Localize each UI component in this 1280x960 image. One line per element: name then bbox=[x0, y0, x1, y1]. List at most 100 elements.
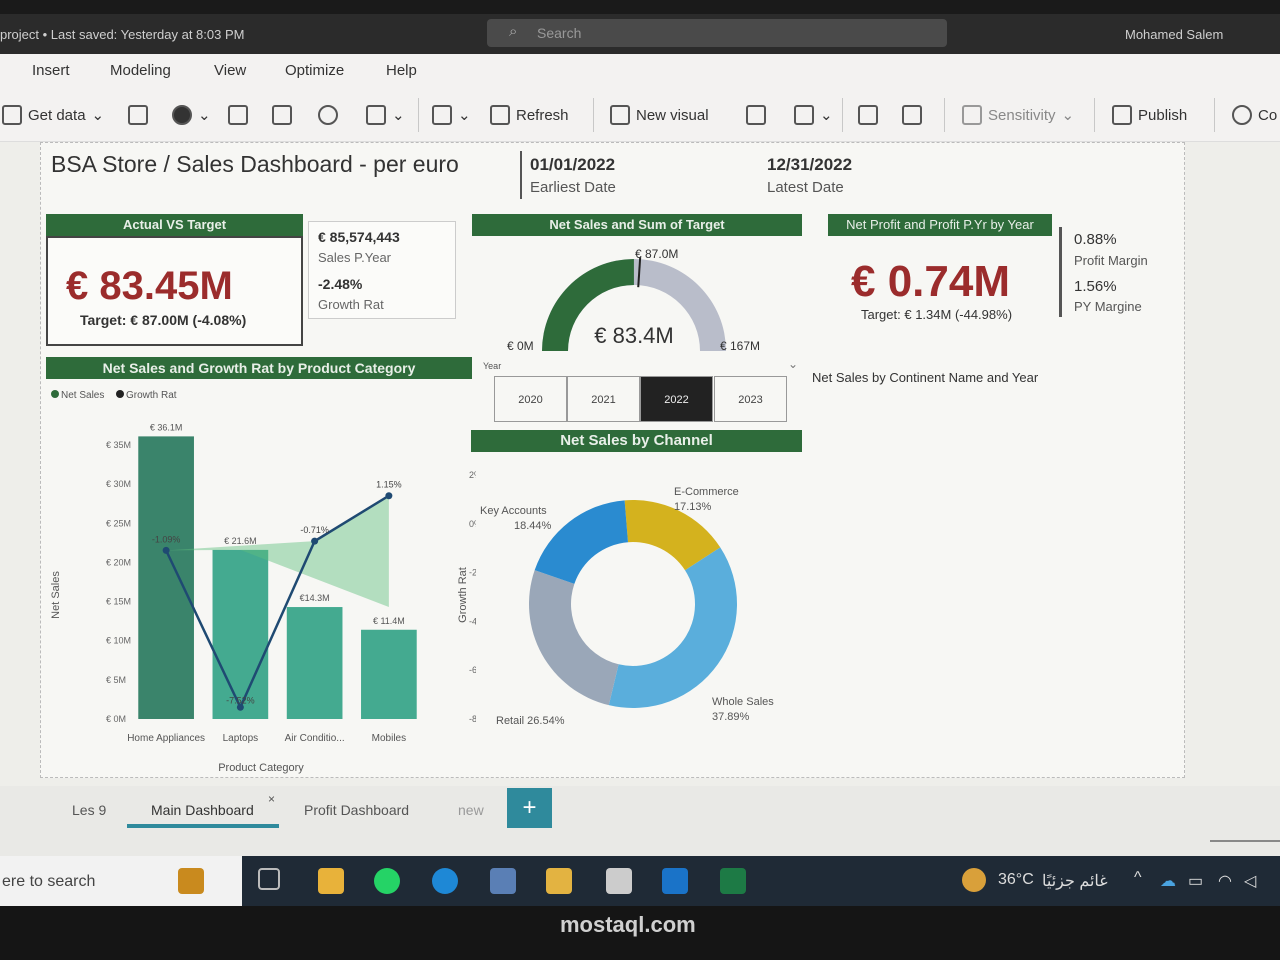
bar-home-appliances[interactable] bbox=[138, 436, 194, 719]
edge-icon[interactable] bbox=[432, 868, 458, 894]
add-page-button[interactable]: + bbox=[507, 788, 552, 828]
growth-point[interactable] bbox=[311, 537, 319, 545]
year-option-2022[interactable]: 2022 bbox=[640, 376, 713, 422]
search-icon: ⌕ bbox=[509, 23, 518, 40]
powerbi-icon[interactable] bbox=[318, 868, 344, 894]
close-icon[interactable]: × bbox=[268, 792, 275, 806]
tab-main-dashboard[interactable]: Main Dashboard bbox=[151, 802, 254, 818]
slice-key-accounts[interactable] bbox=[534, 500, 629, 584]
new-visual-button[interactable]: New visual bbox=[610, 105, 709, 125]
dataverse-icon bbox=[318, 105, 338, 125]
net-sales-by-channel-donut[interactable]: E-Commerce 17.13% Whole Sales 37.89% Ret… bbox=[471, 454, 802, 744]
chevron-up-icon[interactable]: ^ bbox=[1134, 869, 1142, 887]
file-explorer-icon[interactable] bbox=[546, 868, 572, 894]
year-option-2020[interactable]: 2020 bbox=[494, 376, 567, 422]
battery-icon[interactable]: ▭ bbox=[1188, 871, 1203, 891]
quick-measure-icon bbox=[902, 105, 922, 125]
get-data-button[interactable]: Get data ⌄ bbox=[2, 105, 104, 125]
ribbon-separator bbox=[593, 98, 594, 132]
briefcase-icon[interactable] bbox=[178, 868, 204, 894]
net-profit-target: Target: € 1.34M (-44.98%) bbox=[861, 307, 1013, 322]
database-icon bbox=[2, 105, 22, 125]
tab-new[interactable]: new bbox=[458, 802, 484, 818]
bar-air-conditio-[interactable] bbox=[286, 607, 343, 719]
task-view-icon[interactable] bbox=[258, 868, 280, 890]
tab-profit-dashboard[interactable]: Profit Dashboard bbox=[304, 802, 409, 818]
actual-vs-target-card[interactable]: € 83.45M Target: € 87.00M (-4.08%) bbox=[46, 236, 303, 346]
transform-data-button[interactable]: ⌄ bbox=[432, 105, 471, 125]
whatsapp-icon[interactable] bbox=[374, 868, 400, 894]
sales-py-card[interactable]: € 85,574,443 Sales P.Year -2.48% Growth … bbox=[308, 221, 456, 319]
watermark: mostaql.com bbox=[560, 912, 696, 937]
taskbar-search[interactable]: ere to search bbox=[0, 856, 242, 906]
page-tabs: Les 9 Main Dashboard × Profit Dashboard … bbox=[0, 786, 1280, 856]
excel-button[interactable] bbox=[128, 105, 148, 125]
label-keyaccounts-name: Key Accounts bbox=[480, 505, 547, 517]
tab-les-9[interactable]: Les 9 bbox=[72, 802, 106, 818]
earliest-date-value: 01/01/2022 bbox=[530, 155, 616, 174]
new-measure-button[interactable] bbox=[858, 105, 878, 125]
cloud-icon[interactable]: ☁ bbox=[1160, 871, 1176, 891]
py-margin-value: 1.56% bbox=[1074, 278, 1117, 295]
profit-divider bbox=[1059, 227, 1062, 317]
sales-py-value: € 85,574,443 bbox=[318, 229, 400, 245]
dataverse-button[interactable] bbox=[318, 105, 338, 125]
chevron-down-icon: ⌄ bbox=[91, 107, 105, 124]
get-data-label: Get data bbox=[28, 106, 86, 124]
user-name[interactable]: Mohamed Salem bbox=[1125, 27, 1223, 42]
legend-growth-swatch bbox=[116, 390, 124, 398]
copilot-button[interactable]: Co bbox=[1232, 105, 1277, 125]
active-tab-indicator bbox=[127, 824, 279, 828]
year-option-2021[interactable]: 2021 bbox=[567, 376, 640, 422]
store-icon[interactable] bbox=[606, 868, 632, 894]
menu-optimize[interactable]: Optimize bbox=[285, 62, 344, 79]
recent-sources-button[interactable]: ⌄ bbox=[366, 105, 405, 125]
menu-insert[interactable]: Insert bbox=[32, 62, 70, 79]
slice-retail[interactable] bbox=[529, 570, 619, 706]
publish-button[interactable]: Publish bbox=[1112, 105, 1187, 125]
growth-data-label: -1.09% bbox=[152, 534, 181, 544]
calculator-icon[interactable] bbox=[490, 868, 516, 894]
sensitivity-label: Sensitivity bbox=[988, 106, 1056, 124]
year-option-2023[interactable]: 2023 bbox=[714, 376, 787, 422]
text-box-button[interactable] bbox=[746, 105, 766, 125]
growth-point[interactable] bbox=[385, 492, 393, 500]
growth-data-label: -0.71% bbox=[300, 525, 329, 535]
gauge-header: Net Sales and Sum of Target bbox=[472, 214, 802, 236]
growth-point[interactable] bbox=[162, 546, 170, 554]
calculator-icon bbox=[858, 105, 878, 125]
excel-icon[interactable] bbox=[720, 868, 746, 894]
more-visuals-button[interactable]: ⌄ bbox=[794, 105, 833, 125]
menu-help[interactable]: Help bbox=[386, 62, 417, 79]
bar-laptops[interactable] bbox=[212, 549, 269, 719]
zoom-slider[interactable] bbox=[1210, 840, 1280, 842]
y-tick-label: € 5M bbox=[106, 675, 126, 685]
label-wholesales-pct: 37.89% bbox=[712, 711, 750, 723]
net-profit-value: € 0.74M bbox=[851, 257, 1010, 306]
sql-button[interactable] bbox=[228, 105, 248, 125]
menu-view[interactable]: View bbox=[214, 62, 246, 79]
slice-whole-sales[interactable] bbox=[608, 547, 737, 708]
gauge-target-label: € 87.0M bbox=[635, 247, 678, 261]
net-sales-gauge[interactable]: € 83.4M € 0M € 167M € 87.0M bbox=[481, 239, 801, 357]
search-placeholder: Search bbox=[537, 25, 582, 41]
sensitivity-button[interactable]: Sensitivity ⌄ bbox=[962, 105, 1074, 125]
screen: project • Last saved: Yesterday at 8:03 … bbox=[0, 0, 1280, 960]
wifi-icon[interactable]: ◠ bbox=[1218, 871, 1232, 891]
quick-measure-button[interactable] bbox=[902, 105, 922, 125]
search-box[interactable]: ⌕ Search bbox=[487, 19, 947, 47]
refresh-button[interactable]: Refresh bbox=[490, 105, 569, 125]
copilot-icon bbox=[1232, 105, 1252, 125]
net-sales-growth-combo-chart[interactable]: Net Sales Growth Rat Net Sales Growth Ra… bbox=[46, 381, 476, 776]
growth-area bbox=[166, 495, 389, 608]
recent-sources-icon bbox=[366, 105, 386, 125]
outlook-icon[interactable] bbox=[662, 868, 688, 894]
temperature: 36°C bbox=[998, 871, 1034, 888]
enter-data-button[interactable] bbox=[272, 105, 292, 125]
onelake-button[interactable]: ⌄ bbox=[172, 105, 211, 125]
chevron-down-icon[interactable]: ⌄ bbox=[788, 357, 798, 371]
speaker-icon[interactable]: ◁ bbox=[1244, 871, 1256, 891]
menu-modeling[interactable]: Modeling bbox=[110, 62, 171, 79]
bar-mobiles[interactable] bbox=[361, 629, 417, 719]
weather-icon[interactable] bbox=[962, 868, 986, 892]
